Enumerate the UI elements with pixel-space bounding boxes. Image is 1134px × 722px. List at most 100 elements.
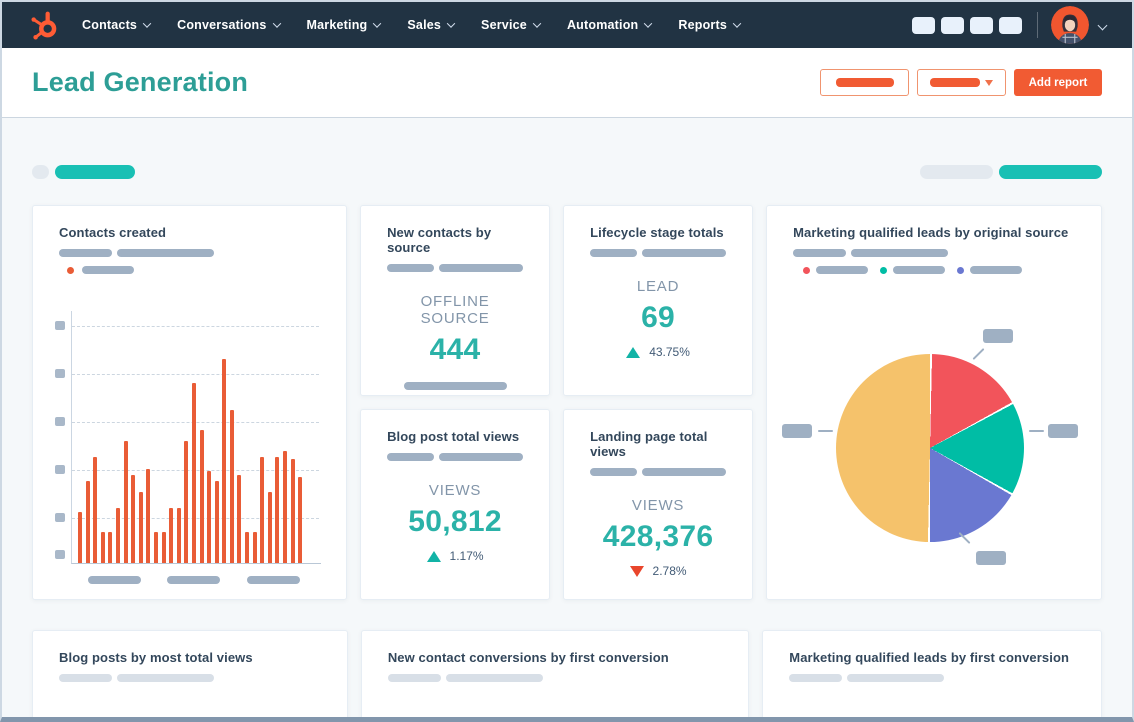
filter-pill-teal[interactable]	[999, 165, 1102, 179]
card-title: Landing page total views	[590, 429, 708, 459]
avatar-chevron-down-icon[interactable]	[1097, 20, 1108, 30]
card-title: Marketing qualified leads by original so…	[793, 225, 1069, 240]
card-contacts-created: Contacts created	[32, 205, 348, 600]
placeholder-pill	[970, 266, 1023, 274]
metric-label: VIEWS	[428, 482, 482, 499]
placeholder-pill	[438, 264, 524, 272]
chevron-down-icon	[732, 19, 742, 28]
card-mql-by-original-source: Marketing qualified leads by original so…	[766, 205, 1102, 600]
card-title: New contacts by source	[387, 225, 492, 255]
page-header: Lead Generation Add report	[2, 48, 1132, 118]
bar	[214, 481, 219, 563]
metric-value: 444	[429, 333, 481, 366]
app-window: Contacts Conversations Marketing Sales Servi…	[0, 0, 1134, 722]
nav-icon-placeholder[interactable]	[912, 16, 935, 34]
nav-icon-placeholder[interactable]	[941, 16, 964, 34]
bar	[245, 532, 250, 563]
bar	[176, 508, 181, 563]
nav-item-sales[interactable]: Sales	[407, 18, 456, 32]
filter-group-right	[920, 165, 1102, 179]
nav-item-label: Contacts	[82, 18, 138, 32]
card-landing-page-total-views: Landing page total views VIEWS 428,376 2…	[563, 409, 754, 600]
placeholder-pill	[641, 468, 727, 476]
y-tick-placeholder	[55, 465, 65, 474]
placeholder-pill	[82, 266, 134, 274]
nav-item-label: Sales	[407, 18, 442, 32]
bar	[275, 457, 280, 563]
card-new-contacts-by-source: New contacts by source OFFLINE SOURCE 44…	[360, 205, 551, 396]
card-subtitle-placeholder	[590, 468, 727, 476]
placeholder-pill	[590, 249, 637, 257]
bar	[222, 359, 227, 563]
card-subtitle-placeholder	[789, 674, 1075, 682]
card-title: Lifecycle stage totals	[590, 225, 724, 240]
nav-icon-placeholder[interactable]	[999, 16, 1022, 34]
y-tick-placeholder	[55, 369, 65, 378]
nav-item-marketing[interactable]: Marketing	[307, 18, 382, 32]
chevron-down-icon	[272, 19, 281, 28]
pie-callout-placeholder	[1048, 424, 1079, 438]
card-title: Contacts created	[59, 225, 167, 240]
metric-value: 69	[641, 301, 676, 334]
bar	[237, 475, 242, 563]
placeholder-pill	[816, 266, 869, 274]
metric-value: 50,812	[408, 505, 502, 538]
top-nav: Contacts Conversations Marketing Sales Servi…	[2, 2, 1132, 48]
nav-item-service[interactable]: Service	[481, 18, 542, 32]
bar	[131, 475, 136, 563]
hubspot-logo-icon[interactable]	[28, 8, 62, 42]
bar	[100, 532, 105, 563]
card-blog-post-total-views: Blog post total views VIEWS 50,812 1.17%	[360, 409, 551, 600]
metric-delta: 43.75%	[590, 345, 726, 359]
bar	[93, 457, 98, 563]
header-action-button[interactable]	[820, 69, 909, 96]
placeholder-pill	[117, 674, 214, 682]
placeholder-pill	[847, 674, 945, 682]
redacted-label-bar	[835, 78, 894, 87]
metric-value: 428,376	[602, 520, 714, 553]
nav-item-label: Conversations	[177, 18, 267, 32]
dashboard-column-2: New contacts by source OFFLINE SOURCE 44…	[360, 205, 551, 600]
nav-menu: Contacts Conversations Marketing Sales Servi…	[82, 18, 767, 32]
chevron-down-icon	[644, 19, 653, 28]
card-subtitle-placeholder	[387, 453, 524, 461]
card-blog-posts-by-most-total-views: Blog posts by most total views	[32, 630, 348, 717]
nav-item-automation[interactable]: Automation	[567, 18, 653, 32]
filter-pill-placeholder[interactable]	[32, 165, 49, 179]
chevron-down-icon	[373, 19, 382, 28]
pie-callout-placeholder	[782, 424, 813, 438]
placeholder-pill	[590, 468, 637, 476]
user-avatar[interactable]	[1051, 6, 1089, 44]
bar	[252, 532, 257, 563]
filter-pill-teal[interactable]	[55, 165, 135, 179]
card-subtitle-placeholder	[793, 249, 1075, 257]
page-title: Lead Generation	[32, 67, 249, 97]
nav-item-conversations[interactable]: Conversations	[177, 18, 281, 32]
nav-icon-tray	[906, 16, 1022, 34]
bar	[146, 469, 151, 563]
filter-pill-placeholder[interactable]	[920, 165, 993, 179]
add-report-button[interactable]: Add report	[1014, 69, 1102, 96]
metric-label: LEAD	[636, 278, 680, 295]
nav-icon-placeholder[interactable]	[970, 16, 993, 34]
redacted-label-bar	[930, 78, 980, 87]
card-lifecycle-stage-totals: Lifecycle stage totals LEAD 69 43.75%	[563, 205, 754, 396]
header-dropdown-button[interactable]	[917, 69, 1006, 96]
placeholder-pill	[893, 266, 946, 274]
metric-label: VIEWS	[631, 497, 685, 514]
bar	[199, 430, 204, 563]
card-mql-by-first-conversion: Marketing qualified leads by first conve…	[762, 630, 1102, 717]
pie-legend	[793, 266, 1075, 274]
bar	[184, 441, 189, 563]
pie-callout-placeholder	[983, 329, 1014, 343]
bar	[191, 383, 196, 563]
pie-callout-line	[818, 430, 834, 432]
nav-item-contacts[interactable]: Contacts	[82, 18, 152, 32]
delta-value: 43.75%	[649, 345, 690, 359]
legend-dot	[957, 266, 965, 274]
filter-row	[32, 165, 1102, 179]
bar	[78, 512, 82, 563]
pie-legend-item	[803, 266, 869, 274]
nav-item-reports[interactable]: Reports	[678, 18, 742, 32]
pie-chart	[836, 354, 1025, 542]
